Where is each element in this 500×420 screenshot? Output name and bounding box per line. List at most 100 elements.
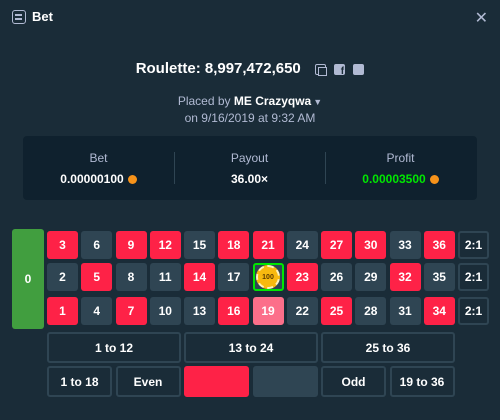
number-label: 25 xyxy=(329,304,344,318)
number-cell[interactable]: 3 xyxy=(47,231,78,259)
number-label: 23 xyxy=(295,270,309,284)
number-label: 28 xyxy=(364,304,378,318)
number-label: 16 xyxy=(227,304,241,318)
stat-bet-value-wrap: 0.00000100 xyxy=(23,172,174,186)
red-bet[interactable] xyxy=(184,366,249,397)
number-cell[interactable]: 29 xyxy=(355,263,387,291)
number-label: 12 xyxy=(158,238,172,252)
number-cell[interactable]: 30 xyxy=(355,231,387,259)
dozen-bet[interactable]: 25 to 36 xyxy=(321,332,455,363)
game-id-label: Roulette: 8,997,472,650 xyxy=(135,60,301,77)
number-cell[interactable]: 17 xyxy=(218,263,250,291)
bet-stats-panel: Bet 0.00000100 Payout 36.00× Profit 0.00… xyxy=(23,136,477,200)
even-bet[interactable]: Even xyxy=(115,366,181,397)
number-label: 2 xyxy=(59,270,66,284)
number-cell[interactable]: 21 xyxy=(252,231,284,259)
number-label: 7 xyxy=(127,304,135,318)
column-bet-2to1[interactable]: 2:1 xyxy=(458,231,489,259)
placed-info: Placed by ME Crazyqwa ▼ on 9/16/2019 at 9… xyxy=(0,93,500,126)
number-label: 15 xyxy=(192,238,207,252)
stat-bet: Bet 0.00000100 xyxy=(23,136,174,200)
number-cell[interactable]: 12 xyxy=(149,231,181,259)
number-label: 35 xyxy=(432,270,446,284)
number-cell[interactable]: 4 xyxy=(81,297,113,325)
number-cell[interactable]: 31 xyxy=(389,297,421,325)
odd-bet[interactable]: Odd xyxy=(321,366,386,397)
number-label: 13 xyxy=(192,304,207,318)
number-cell[interactable]: 28 xyxy=(355,297,387,325)
number-label: 9 xyxy=(127,238,135,252)
modal-titlebar: Bet ✕ xyxy=(0,0,500,36)
number-label: 27 xyxy=(329,238,344,252)
number-label: 32 xyxy=(398,270,412,284)
placed-user[interactable]: ME Crazyqwa xyxy=(234,94,311,108)
twitter-icon[interactable] xyxy=(353,64,365,76)
close-icon[interactable]: ✕ xyxy=(475,8,488,27)
stat-value: 36.00× xyxy=(230,172,269,186)
number-cell[interactable]: 24 xyxy=(286,231,318,259)
number-cell[interactable]: 10 xyxy=(149,297,181,325)
bet-slip-icon xyxy=(12,10,26,24)
high-bet[interactable]: 19 to 36 xyxy=(389,366,455,397)
number-label: 17 xyxy=(227,270,241,284)
number-cell[interactable]: 27 xyxy=(321,231,352,259)
placed-date: on 9/16/2019 at 9:32 AM xyxy=(184,111,316,125)
number-label: 29 xyxy=(364,270,378,284)
number-cell[interactable]: 25 xyxy=(321,297,352,325)
number-cell[interactable]: 36 xyxy=(423,231,455,259)
stat-profit-value-wrap: 0.00003500 xyxy=(325,172,476,186)
stat-label: Payout xyxy=(230,151,269,165)
number-label: 10 xyxy=(158,304,172,318)
game-heading: Roulette: 8,997,472,650 xyxy=(0,60,500,78)
stat-value: 0.00003500 xyxy=(362,172,426,186)
black-bet[interactable] xyxy=(252,366,318,397)
number-cell[interactable]: 14 xyxy=(184,263,215,291)
number-cell[interactable]: 34 xyxy=(423,297,455,325)
number-label: 31 xyxy=(398,304,412,318)
number-label: 4 xyxy=(93,304,101,318)
number-cell[interactable]: 18 xyxy=(218,231,250,259)
number-cell[interactable]: 19 xyxy=(252,297,284,325)
stat-profit: Profit 0.00003500 xyxy=(325,136,476,200)
number-cell[interactable]: 9 xyxy=(115,231,147,259)
facebook-icon[interactable] xyxy=(334,64,346,77)
bitcoin-icon xyxy=(429,175,439,184)
number-cell[interactable]: 33 xyxy=(389,231,421,259)
number-cell[interactable]: 6 xyxy=(81,231,113,259)
copy-icon[interactable] xyxy=(314,64,327,77)
number-label: 36 xyxy=(432,238,446,252)
number-label: 22 xyxy=(295,304,309,318)
number-cell[interactable]: 5 xyxy=(81,263,113,291)
stat-label: Profit xyxy=(386,151,415,165)
low-bet[interactable]: 1 to 18 xyxy=(47,366,112,397)
dozen-bet[interactable]: 13 to 24 xyxy=(184,332,318,363)
number-label: 5 xyxy=(93,270,101,284)
number-label: 8 xyxy=(127,270,135,284)
number-cell[interactable]: 8 xyxy=(115,263,147,291)
number-label: 11 xyxy=(158,270,172,284)
placed-prefix: Placed by xyxy=(177,94,231,108)
number-label: 26 xyxy=(329,270,344,284)
number-cell[interactable]: 100 xyxy=(252,263,284,291)
number-cell-0[interactable]: 0 xyxy=(12,229,44,329)
column-bet-2to1[interactable]: 2:1 xyxy=(458,263,489,291)
chevron-down-icon[interactable]: ▼ xyxy=(313,97,322,107)
number-cell[interactable]: 35 xyxy=(423,263,455,291)
number-cell[interactable]: 1 xyxy=(47,297,78,325)
column-bet-2to1[interactable]: 2:1 xyxy=(458,297,489,325)
number-cell[interactable]: 32 xyxy=(389,263,421,291)
bet-chip: 100 xyxy=(256,265,280,289)
stat-value: 0.00000100 xyxy=(60,172,124,186)
number-cell[interactable]: 26 xyxy=(321,263,352,291)
number-cell[interactable]: 7 xyxy=(115,297,147,325)
dozen-bet[interactable]: 1 to 12 xyxy=(47,332,181,363)
number-cell[interactable]: 13 xyxy=(184,297,215,325)
number-cell[interactable]: 2 xyxy=(47,263,78,291)
number-cell[interactable]: 15 xyxy=(184,231,215,259)
number-cell[interactable]: 22 xyxy=(286,297,318,325)
stat-payout: Payout 36.00× xyxy=(174,136,325,200)
number-cell[interactable]: 16 xyxy=(218,297,250,325)
number-cell[interactable]: 23 xyxy=(286,263,318,291)
number-label: 24 xyxy=(295,238,309,252)
number-cell[interactable]: 11 xyxy=(149,263,181,291)
